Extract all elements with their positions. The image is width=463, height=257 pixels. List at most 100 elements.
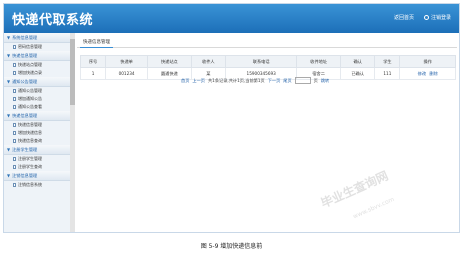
sidebar-item-label: 快递站点管理 xyxy=(18,62,42,67)
sidebar-item[interactable]: 增加快递信息 xyxy=(4,129,70,137)
sidebar-item[interactable]: 快递站点管理 xyxy=(4,61,70,69)
edit-link[interactable]: 修改 xyxy=(418,71,426,76)
column-header: 操作 xyxy=(399,55,456,68)
chevron-down-icon: ▼ xyxy=(7,79,11,84)
column-header: 快递站点 xyxy=(147,55,192,68)
column-header: 联系电话 xyxy=(225,55,298,68)
sidebar-group-header[interactable]: ▼ 通知公告管理 xyxy=(4,77,70,87)
sidebar-group-label: 快递信息管理 xyxy=(12,53,38,58)
sidebar-item-label: 注册学生管理 xyxy=(18,156,42,161)
column-header: 学生 xyxy=(374,55,401,68)
column-header: 确认 xyxy=(339,55,376,68)
sidebar-item[interactable]: 密码信息管理 xyxy=(4,43,70,51)
app-title: 快递代取系统 xyxy=(12,13,94,28)
column-header: 收件人 xyxy=(190,55,227,68)
table-cell: 1 xyxy=(79,67,107,80)
sidebar-group-header[interactable]: ▼ 快递信息管理 xyxy=(4,51,70,61)
sidebar-group-label: 注册学生管理 xyxy=(12,147,38,152)
sidebar-item-label: 增加快递信息 xyxy=(18,130,42,135)
document-icon xyxy=(13,165,16,169)
pagination: 首页 上一页 共1条记录,共计1页,当前第1页 下一页 尾页 页 跳转 xyxy=(181,77,329,84)
document-icon xyxy=(13,89,16,93)
sidebar-item[interactable]: 通知公告查看 xyxy=(4,103,70,111)
home-link-label: 返回首页 xyxy=(393,15,414,21)
column-header: 序号 xyxy=(79,55,107,68)
sidebar-menu: ▼ 系统信息管理 密码信息管理 ▼ 快递信息管理 快递站点管理 增加快递点录 ▼ 通知… xyxy=(4,33,71,232)
sidebar-item[interactable]: 注册学生查询 xyxy=(4,163,70,171)
power-icon xyxy=(423,15,429,20)
document-icon xyxy=(13,131,16,135)
sidebar-scrollbar[interactable] xyxy=(70,33,75,232)
sidebar-item-label: 快递信息管理 xyxy=(18,122,42,127)
sidebar-group-header[interactable]: ▼ 注销信息管理 xyxy=(4,171,70,181)
last-page-link[interactable]: 尾页 xyxy=(283,78,291,84)
table-cell-actions: 修改 删除 xyxy=(399,67,456,80)
sidebar-group: ▼ 注销信息管理 注销信息系统 xyxy=(4,171,70,189)
sidebar-group: ▼ 快递信息管理 快递信息管理 增加快递信息 快递信息查询 xyxy=(4,111,70,145)
header-links: 返回首页 注销登录 xyxy=(394,14,451,21)
sidebar-group: ▼ 注册学生管理 注册学生管理 注册学生查询 xyxy=(4,145,70,171)
sidebar-item-label: 增加快递点录 xyxy=(18,70,42,75)
sidebar-item[interactable]: 增加快递点录 xyxy=(4,69,70,77)
sidebar-group-label: 通知公告管理 xyxy=(12,79,38,84)
chevron-down-icon: ▼ xyxy=(7,113,11,118)
chevron-down-icon: ▼ xyxy=(7,35,11,40)
sidebar-group-label: 注销信息管理 xyxy=(12,173,38,178)
prev-page-link[interactable]: 上一页 xyxy=(192,78,205,84)
sidebar-item-label: 增加通知公告 xyxy=(18,96,42,101)
chevron-down-icon: ▼ xyxy=(7,147,11,152)
chevron-down-icon: ▼ xyxy=(7,53,11,58)
sidebar-group: ▼ 系统信息管理 密码信息管理 xyxy=(4,33,70,51)
sidebar-group-header[interactable]: ▼ 快递信息管理 xyxy=(4,111,70,121)
column-header: 快递单 xyxy=(105,55,149,68)
tab-express-info[interactable]: 快递信息管理 xyxy=(80,37,113,48)
main-content: 快递信息管理 序号 快递单 快递站点 收件人 联系电话 收件地址 确认 学生 操… xyxy=(77,33,459,232)
logout-link-label: 注销登录 xyxy=(430,15,451,21)
sidebar-item-label: 通知公告查看 xyxy=(18,104,42,109)
sidebar-item[interactable]: 快递信息查询 xyxy=(4,137,70,145)
sidebar-group-label: 快递信息管理 xyxy=(12,113,38,118)
jump-button[interactable]: 跳转 xyxy=(321,78,329,84)
table-cell: 已确认 xyxy=(339,67,376,80)
document-icon xyxy=(13,97,16,101)
document-icon xyxy=(13,71,16,75)
scrollbar-thumb[interactable] xyxy=(70,39,75,105)
sidebar-item[interactable]: 注册学生管理 xyxy=(4,155,70,163)
sidebar-group: ▼ 通知公告管理 通知公告管理 增加通知公告 通知公告查看 xyxy=(4,77,70,111)
document-icon xyxy=(13,139,16,143)
page-number-input[interactable] xyxy=(294,77,311,84)
sidebar-item[interactable]: 通知公告管理 xyxy=(4,87,70,95)
document-icon xyxy=(13,123,16,127)
document-icon xyxy=(13,157,16,161)
tab-bar: 快递信息管理 xyxy=(77,37,457,48)
document-icon xyxy=(13,45,16,49)
logout-link[interactable]: 注销登录 xyxy=(423,14,451,21)
column-header: 收件地址 xyxy=(296,55,341,68)
document-icon xyxy=(13,63,16,67)
document-icon xyxy=(13,183,16,187)
sidebar-item[interactable]: 注销信息系统 xyxy=(4,181,70,189)
sidebar-group-label: 系统信息管理 xyxy=(12,35,38,40)
sidebar-item-label: 通知公告管理 xyxy=(18,88,42,93)
table-cell: 111 xyxy=(374,67,401,80)
first-page-link[interactable]: 首页 xyxy=(181,78,189,84)
sidebar-item-label: 快递信息查询 xyxy=(18,138,42,143)
figure-caption: 图 5-9 增加快递信息前 xyxy=(200,243,263,250)
sidebar-group-header[interactable]: ▼ 系统信息管理 xyxy=(4,33,70,43)
next-page-link[interactable]: 下一页 xyxy=(268,78,281,84)
page-unit-label: 页 xyxy=(313,77,318,83)
document-icon xyxy=(13,105,16,109)
sidebar-group-header[interactable]: ▼ 注册学生管理 xyxy=(4,145,70,155)
sidebar-item-label: 注册学生查询 xyxy=(18,164,42,169)
sidebar-item-label: 密码信息管理 xyxy=(18,44,42,49)
chevron-down-icon: ▼ xyxy=(7,173,11,178)
sidebar-item[interactable]: 增加通知公告 xyxy=(4,95,70,103)
sidebar-item[interactable]: 快递信息管理 xyxy=(4,121,70,129)
pagination-info: 共1条记录,共计1页,当前第1页 xyxy=(207,77,265,83)
delete-link[interactable]: 删除 xyxy=(429,71,437,76)
table-header-row: 序号 快递单 快递站点 收件人 联系电话 收件地址 确认 学生 操作 xyxy=(79,55,456,68)
app-header: 快递代取系统 返回首页 注销登录 xyxy=(4,4,459,33)
table-cell: 001234 xyxy=(105,67,149,80)
sidebar-group: ▼ 快递信息管理 快递站点管理 增加快递点录 xyxy=(4,51,70,77)
home-link[interactable]: 返回首页 xyxy=(394,14,414,21)
